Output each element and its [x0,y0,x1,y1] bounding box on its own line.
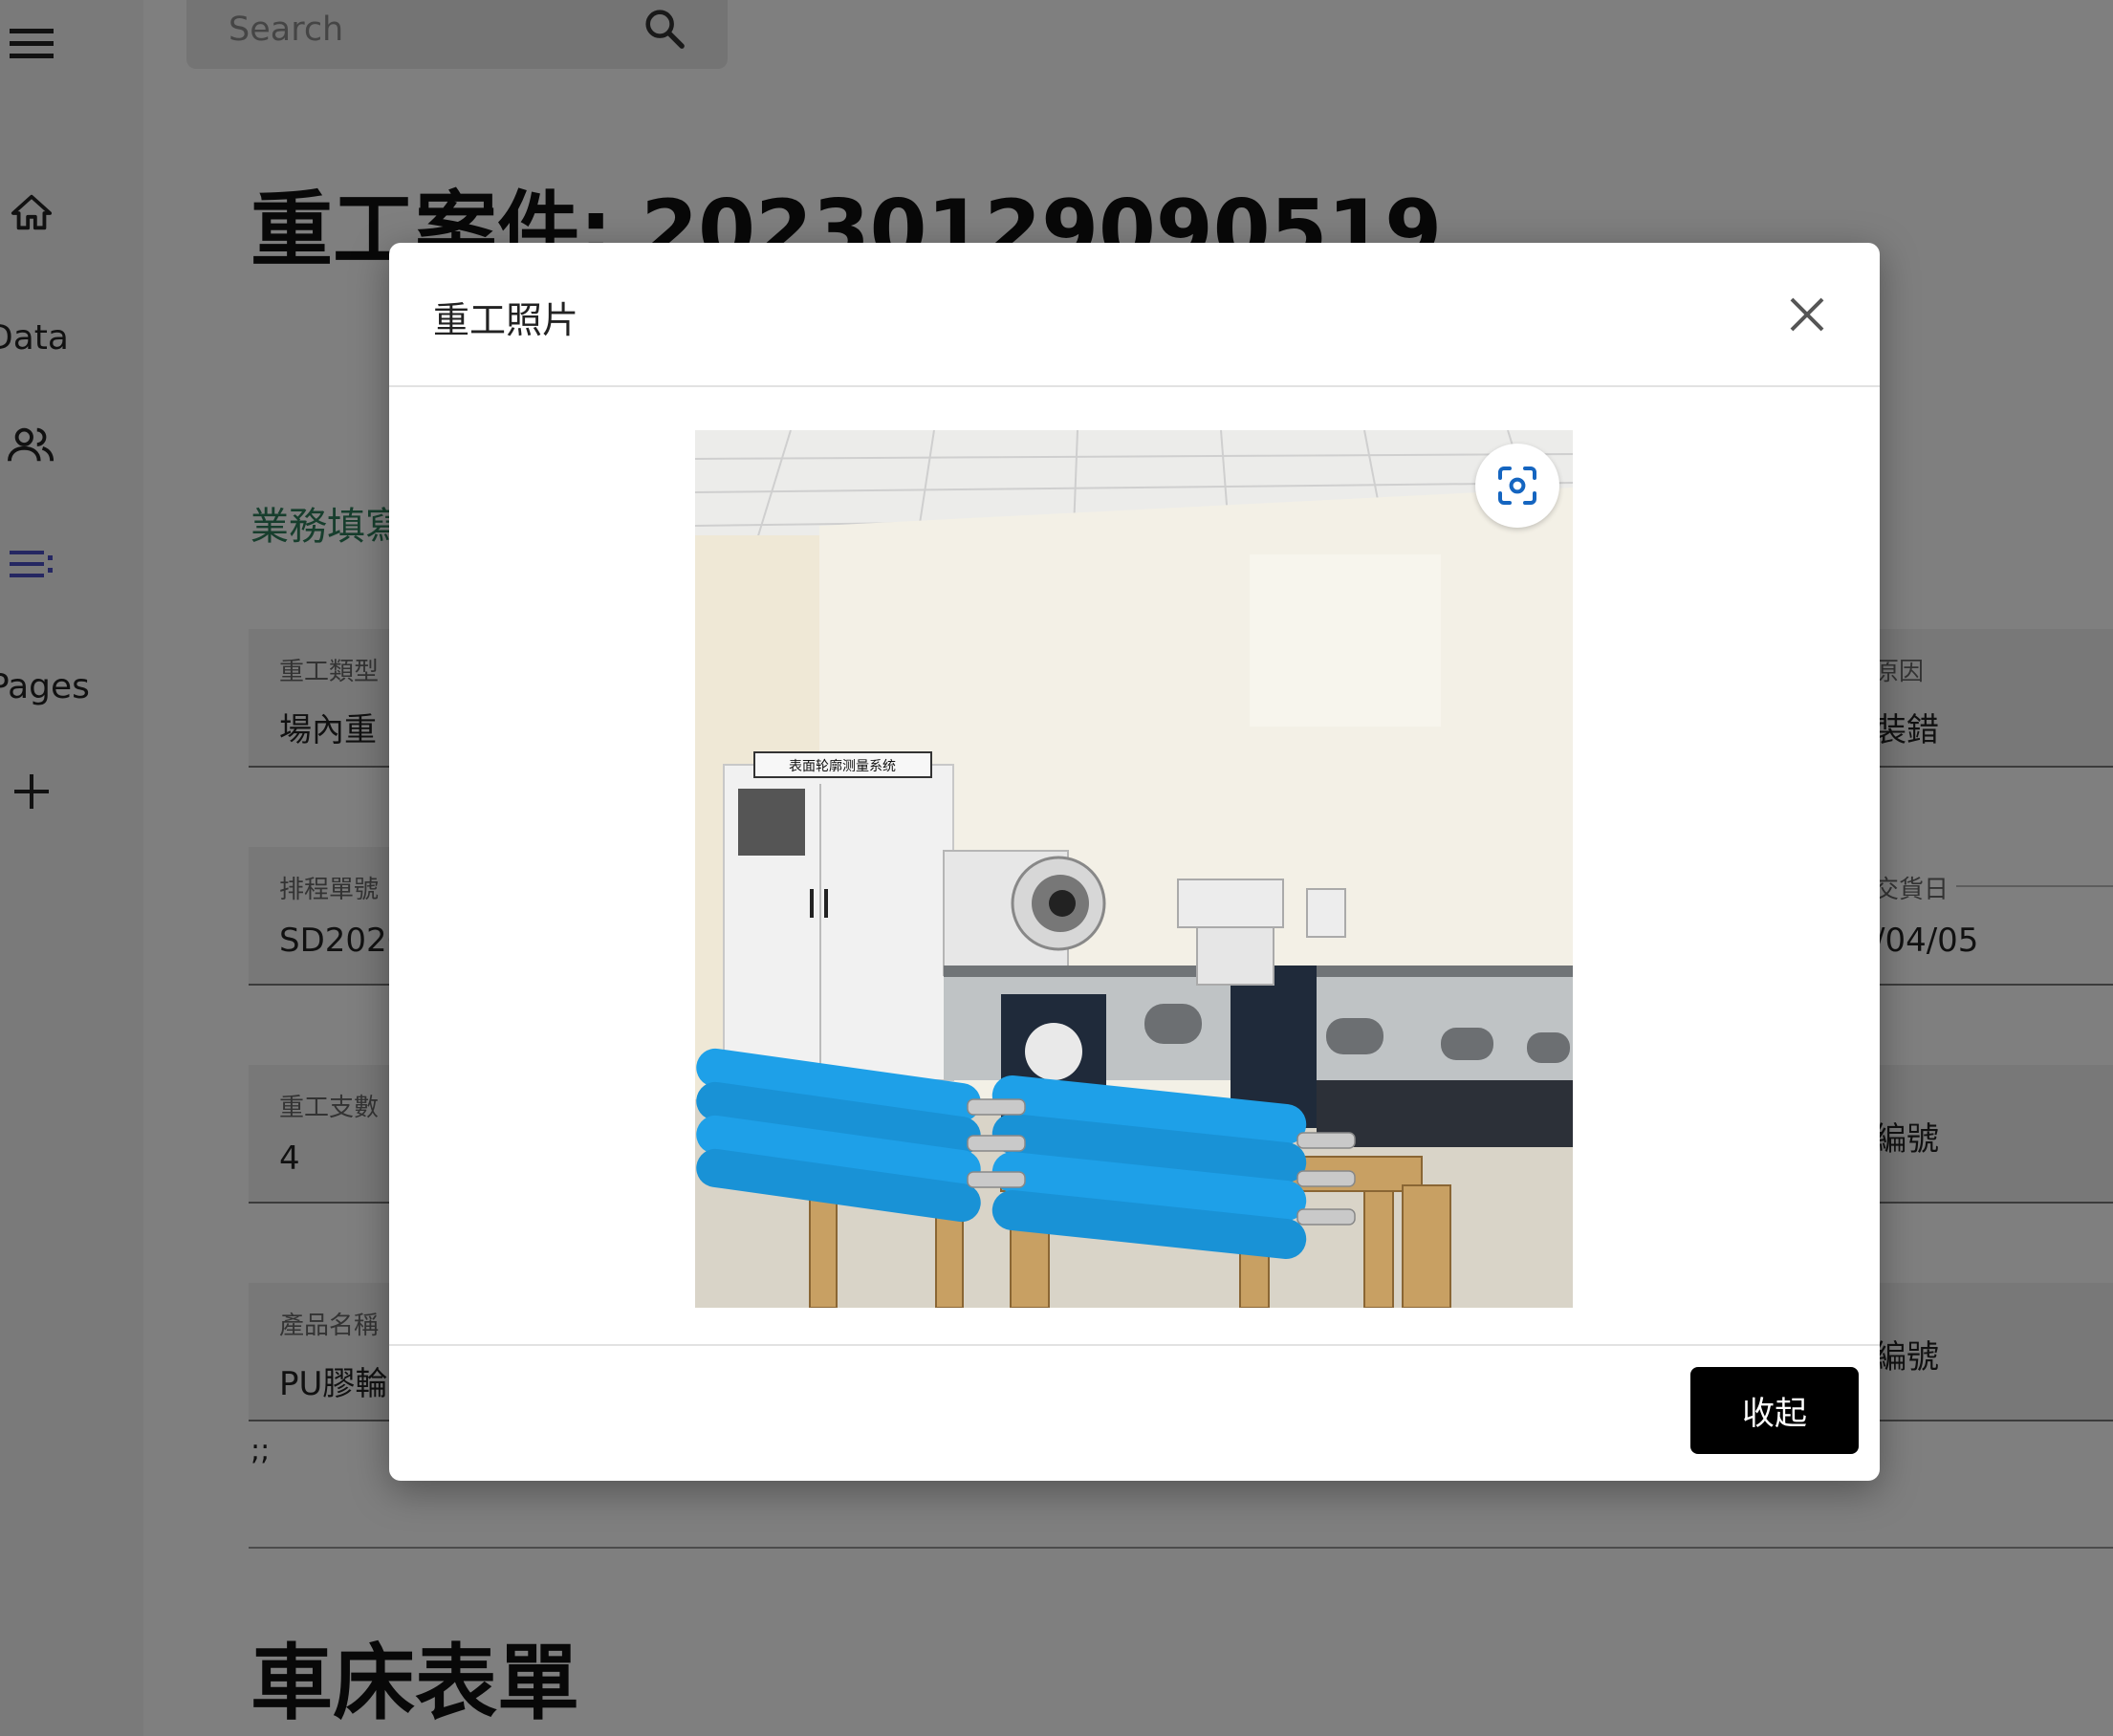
lathe-machine-image: 表面轮廓测量系统 [695,430,1573,1308]
modal-footer: 收起 [389,1344,1880,1481]
rework-photo: 表面轮廓测量系统 [695,430,1573,1308]
modal-title: 重工照片 [433,299,579,341]
modal-body: 表面轮廓测量系统 [389,387,1880,1344]
app: Data Pages Search 重工案件: 20230129090519 業… [0,0,2113,1736]
collapse-button[interactable]: 收起 [1690,1367,1859,1454]
lens-icon [1498,467,1536,505]
modal-header: 重工照片 [389,243,1880,387]
close-icon [1790,297,1824,332]
lens-search-button[interactable] [1475,444,1559,528]
photo-modal: 重工照片 表面轮廓测量系统 收起 [389,243,1880,1481]
photo-sign-text: 表面轮廓测量系统 [789,758,896,774]
close-button[interactable] [1778,286,1836,343]
